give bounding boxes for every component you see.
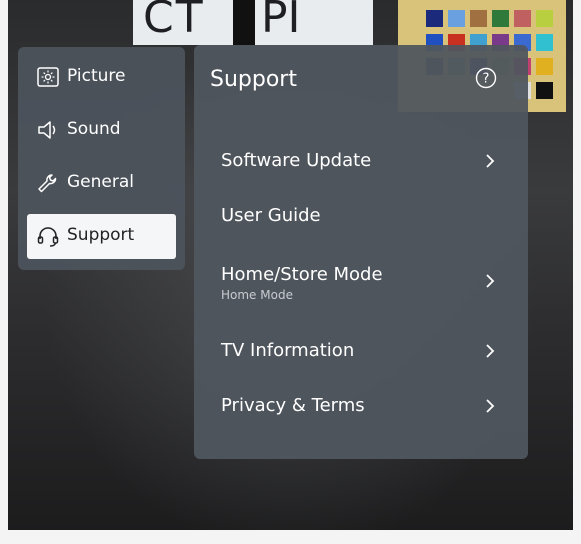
question-mark-icon[interactable]: ?: [475, 67, 497, 89]
support-menu-panel: Support ? Software Update User Guide Hom…: [194, 45, 528, 459]
background-sign-block: [233, 0, 255, 45]
chevron-right-icon: [486, 274, 495, 288]
sidebar-item-label: General: [67, 172, 134, 192]
sidebar-item-general[interactable]: General: [27, 161, 176, 206]
sidebar-item-support[interactable]: Support: [27, 214, 176, 259]
page-title: Support: [210, 67, 297, 92]
photo-border-bottom: [0, 530, 581, 544]
chevron-right-icon: [486, 154, 495, 168]
background-sign-text-right: PI: [261, 0, 301, 43]
menu-item-software-update[interactable]: Software Update: [194, 138, 528, 186]
menu-item-label: Software Update: [221, 150, 372, 171]
chevron-right-icon: [486, 344, 495, 358]
chevron-right-icon: [486, 399, 495, 413]
menu-item-user-guide[interactable]: User Guide: [194, 193, 528, 241]
menu-item-label: User Guide: [221, 205, 321, 226]
menu-item-label: TV Information: [221, 340, 355, 361]
sidebar-item-sound[interactable]: Sound: [27, 108, 176, 153]
photo-border-left: [0, 0, 8, 544]
photo-border-right: [573, 0, 581, 544]
menu-item-home-store-mode[interactable]: Home/Store Mode Home Mode: [194, 252, 528, 310]
settings-category-panel: Picture Sound General Support: [18, 47, 185, 270]
sidebar-item-label: Support: [67, 225, 135, 245]
tv-screen: CT PI Picture Sound General Support Supp…: [0, 0, 581, 544]
speaker-icon: [38, 121, 56, 139]
svg-text:?: ?: [483, 72, 490, 87]
picture-icon: [37, 67, 59, 87]
menu-item-privacy-terms[interactable]: Privacy & Terms: [194, 383, 528, 431]
menu-item-label: Privacy & Terms: [221, 395, 365, 416]
background-sign: CT PI: [133, 0, 373, 45]
sidebar-item-picture[interactable]: Picture: [27, 55, 176, 100]
menu-item-sublabel: Home Mode: [221, 288, 293, 302]
sidebar-item-label: Picture: [67, 66, 126, 86]
menu-item-tv-information[interactable]: TV Information: [194, 328, 528, 376]
sidebar-item-label: Sound: [67, 119, 121, 139]
headset-icon: [37, 227, 59, 247]
wrench-icon: [38, 174, 57, 193]
background-sign-text-left: CT: [143, 0, 205, 43]
menu-item-label: Home/Store Mode: [221, 264, 383, 285]
